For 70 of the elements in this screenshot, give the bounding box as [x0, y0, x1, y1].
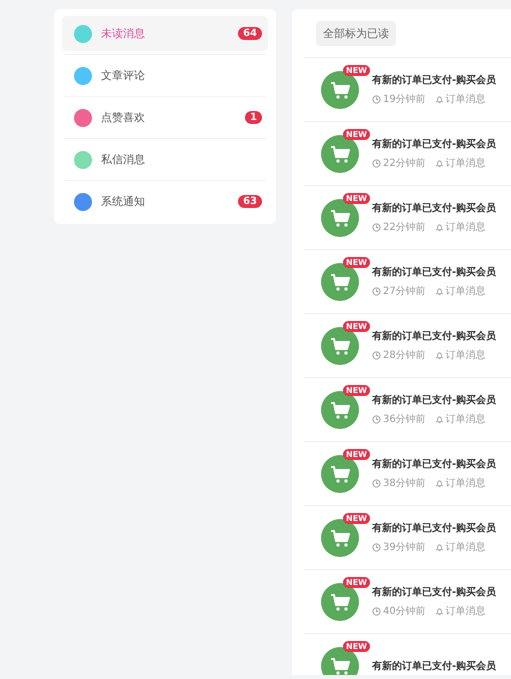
sidebar-item[interactable]: 文章评论	[62, 58, 268, 93]
message-time: 38分钟前	[383, 476, 426, 490]
count-badge: 63	[238, 195, 262, 208]
mark-all-read-button[interactable]: 全部标为已读	[316, 21, 396, 46]
bell-icon	[434, 606, 444, 616]
clock-icon	[372, 478, 381, 488]
message-time: 28分钟前	[383, 348, 426, 362]
message-title[interactable]: 有新的订单已支付-购买会员	[372, 585, 496, 599]
message-category: 订单消息	[446, 476, 486, 490]
message-title[interactable]: 有新的订单已支付-购买会员	[372, 457, 496, 471]
bell-icon	[434, 542, 444, 552]
message-time: 22分钟前	[383, 156, 426, 170]
message-title[interactable]: 有新的订单已支付-购买会员	[372, 201, 496, 215]
count-badge: 64	[238, 27, 262, 40]
message-category: 订单消息	[446, 92, 486, 106]
message-category: 订单消息	[446, 540, 486, 554]
new-badge: NEW	[343, 448, 370, 460]
new-badge: NEW	[343, 640, 370, 652]
message-time: 19分钟前	[383, 92, 426, 106]
message-title[interactable]: 有新的订单已支付-购买会员	[372, 393, 496, 407]
bell-icon	[434, 350, 444, 360]
message-category: 订单消息	[446, 604, 486, 618]
message-time: 27分钟前	[383, 284, 426, 298]
message-time: 36分钟前	[383, 412, 426, 426]
bell-icon	[434, 94, 444, 104]
message-category: 订单消息	[446, 220, 486, 234]
sidebar-item[interactable]: 私信消息	[62, 142, 268, 177]
message-title[interactable]: 有新的订单已支付-购买会员	[372, 329, 496, 343]
clock-icon	[372, 158, 381, 168]
new-badge: NEW	[343, 384, 370, 396]
clock-icon	[372, 286, 381, 296]
message-title[interactable]: 有新的订单已支付-购买会员	[372, 137, 496, 151]
new-badge: NEW	[343, 320, 370, 332]
new-badge: NEW	[343, 192, 370, 204]
count-badge: 1	[245, 111, 262, 124]
message-category: 订单消息	[446, 156, 486, 170]
bell-icon	[434, 414, 444, 424]
clock-icon	[372, 606, 381, 616]
message-title[interactable]: 有新的订单已支付-购买会员	[372, 73, 496, 87]
sidebar-item[interactable]: 点赞喜欢 1	[62, 100, 268, 135]
sidebar-item[interactable]: 系统通知 63	[62, 184, 268, 219]
message-title[interactable]: 有新的订单已支付-购买会员	[372, 658, 496, 672]
sidebar-item[interactable]: 未读消息 64	[62, 16, 268, 51]
sidebar-label: 私信消息	[101, 152, 146, 167]
clock-icon	[372, 414, 381, 424]
bell-icon	[434, 286, 444, 296]
bell-icon	[434, 158, 444, 168]
clock-icon	[372, 542, 381, 552]
new-badge: NEW	[343, 256, 370, 268]
bell-icon	[434, 478, 444, 488]
sidebar-label: 未读消息	[101, 26, 146, 41]
new-badge: NEW	[343, 576, 370, 588]
clock-icon	[372, 350, 381, 360]
message-category: 订单消息	[446, 284, 486, 298]
bell-icon	[434, 222, 444, 232]
message-time: 22分钟前	[383, 220, 426, 234]
sidebar-label: 文章评论	[101, 68, 146, 83]
new-badge: NEW	[343, 64, 370, 76]
sidebar-label: 点赞喜欢	[101, 110, 146, 125]
clock-icon	[372, 222, 381, 232]
message-time: 39分钟前	[383, 540, 426, 554]
message-category: 订单消息	[446, 412, 486, 426]
message-category: 订单消息	[446, 348, 486, 362]
new-badge: NEW	[343, 128, 370, 140]
sidebar-label: 系统通知	[101, 194, 146, 209]
message-title[interactable]: 有新的订单已支付-购买会员	[372, 265, 496, 279]
clock-icon	[372, 94, 381, 104]
message-title[interactable]: 有新的订单已支付-购买会员	[372, 521, 496, 535]
message-time: 40分钟前	[383, 604, 426, 618]
new-badge: NEW	[343, 512, 370, 524]
